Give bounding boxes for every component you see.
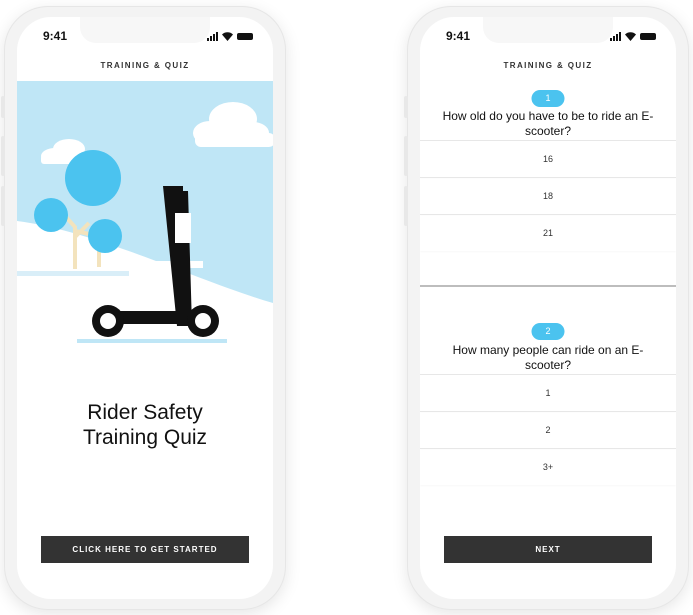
next-button[interactable]: NEXT: [444, 536, 652, 563]
nav-title: TRAINING & QUIZ: [503, 61, 593, 70]
ground-line: [17, 271, 129, 276]
wifi-icon: [625, 31, 636, 41]
status-icons: [610, 31, 656, 41]
mute-switch: [404, 96, 408, 118]
mute-switch: [1, 96, 5, 118]
answer-list: 1 2 3+: [420, 374, 676, 485]
left-phone: 9:41 TRAINING & QUIZ Rider Safety Traini…: [1, 6, 286, 610]
volume-down-button: [404, 186, 408, 226]
battery-icon: [640, 32, 656, 40]
status-bar: 9:41: [43, 29, 253, 45]
question-number-badge: 2: [531, 323, 565, 340]
answer-option[interactable]: 1: [420, 374, 676, 411]
answer-option[interactable]: 3+: [420, 448, 676, 485]
battery-icon: [237, 32, 253, 40]
left-screen: 9:41 TRAINING & QUIZ Rider Safety Traini…: [17, 17, 273, 599]
scooter-illustration: [17, 81, 273, 343]
wifi-icon: [222, 31, 233, 41]
answer-option[interactable]: 16: [420, 140, 676, 177]
volume-up-button: [404, 136, 408, 176]
answer-option[interactable]: 21: [420, 214, 676, 251]
get-started-button[interactable]: CLICK HERE TO GET STARTED: [41, 536, 249, 563]
status-time: 9:41: [43, 29, 68, 43]
question-text: How old do you have to be to ride an E-s…: [442, 109, 654, 138]
section-divider: [420, 285, 676, 287]
answer-option[interactable]: 2: [420, 411, 676, 448]
signal-icon: [610, 31, 621, 41]
nav-title: TRAINING & QUIZ: [100, 61, 190, 70]
volume-up-button: [1, 136, 5, 176]
status-icons: [207, 31, 253, 41]
status-time: 9:41: [446, 29, 471, 43]
title-line-2: Training Quiz: [82, 426, 208, 449]
question-text: How many people can ride on an E-scooter…: [452, 343, 644, 372]
page-title: Rider Safety Training Quiz: [17, 400, 273, 450]
title-line-1: Rider Safety: [87, 401, 203, 424]
right-phone: 9:41 TRAINING & QUIZ 1 How old do you ha…: [404, 6, 689, 610]
shadow-line: [77, 339, 227, 343]
volume-down-button: [1, 186, 5, 226]
right-screen: 9:41 TRAINING & QUIZ 1 How old do you ha…: [420, 17, 676, 599]
question-number-badge: 1: [531, 90, 565, 107]
signal-icon: [207, 31, 218, 41]
answer-list: 16 18 21: [420, 140, 676, 251]
answer-option[interactable]: 18: [420, 177, 676, 214]
status-bar: 9:41: [446, 29, 656, 45]
